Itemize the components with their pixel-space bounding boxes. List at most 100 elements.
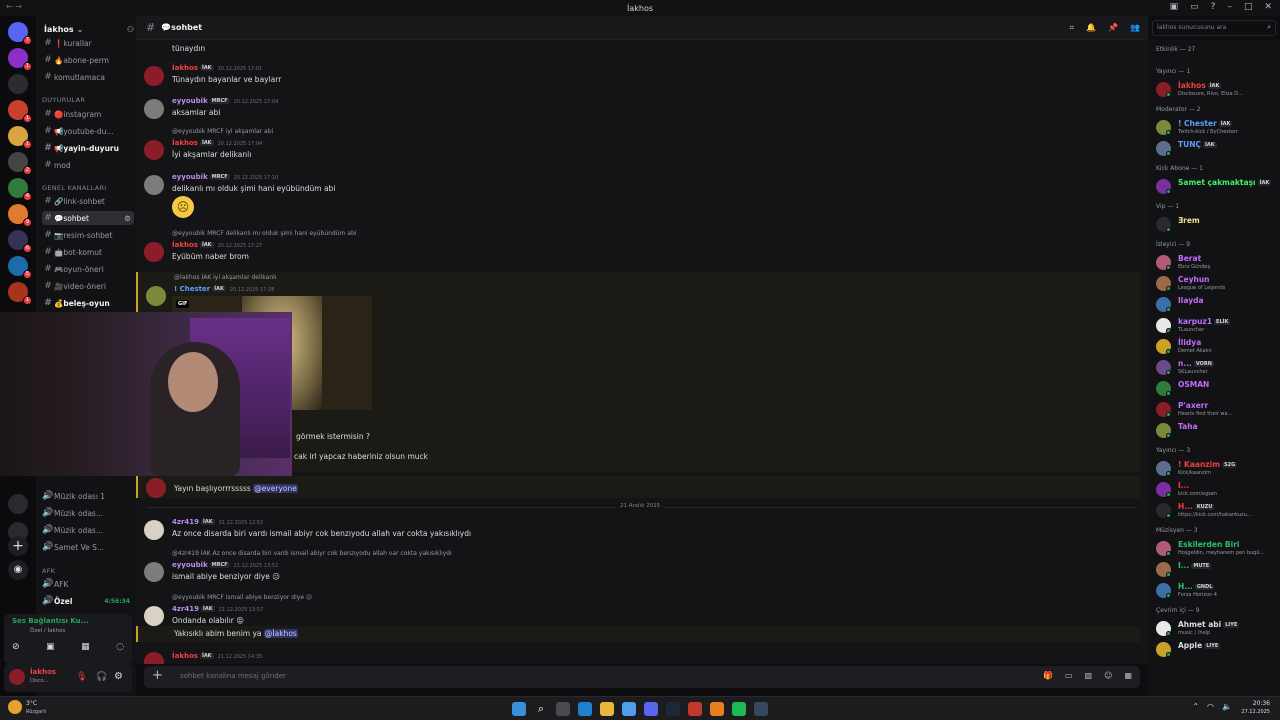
username[interactable]: eyyoubik bbox=[172, 173, 208, 181]
voice-channel-item[interactable]: 🔊 AFK bbox=[42, 577, 134, 591]
start-icon[interactable] bbox=[512, 702, 526, 716]
add-attachment-icon[interactable]: + bbox=[152, 668, 163, 683]
apps-icon[interactable]: ▦ bbox=[1124, 671, 1132, 680]
clock-time[interactable]: 20:36 bbox=[1253, 700, 1270, 707]
settings-gear-icon[interactable]: ⚙ bbox=[124, 214, 134, 223]
reply-preview[interactable]: @eyyoubik MRCF iyi akşamlar abi bbox=[172, 128, 273, 135]
channel-item[interactable]: # 💰beleş-oyun bbox=[42, 296, 134, 310]
wifi-icon[interactable]: ◠ bbox=[1207, 702, 1214, 711]
mention-user[interactable]: @İakhos bbox=[263, 629, 298, 638]
channel-item[interactable]: # 📷resim-sohbet bbox=[42, 228, 134, 242]
member-item[interactable]: Ǝrem bbox=[1156, 214, 1278, 234]
server-icon[interactable]: 6 bbox=[8, 230, 32, 253]
help-icon[interactable]: ? bbox=[1211, 2, 1216, 12]
volume-icon[interactable]: 🔈 bbox=[1222, 702, 1232, 711]
channel-item[interactable]: # ❗kurallar bbox=[42, 36, 134, 50]
edge-icon[interactable] bbox=[578, 702, 592, 716]
avatar[interactable] bbox=[144, 520, 164, 540]
member-item[interactable]: TUNÇ İAK bbox=[1156, 138, 1278, 158]
emoji-icon[interactable]: ☺ bbox=[1104, 671, 1112, 680]
user-settings-icon[interactable]: ⚙ bbox=[114, 671, 123, 682]
reply-preview[interactable]: @İakhos İAK iyi akşamlar delikanlı bbox=[174, 274, 276, 281]
reply-preview[interactable]: @4zr419 İAK Az once disarda biri vardı i… bbox=[172, 550, 452, 557]
threads-icon[interactable]: ⌗ bbox=[1070, 23, 1075, 33]
member-item[interactable]: P'axerr Hearts find their wa... bbox=[1156, 399, 1278, 419]
app-icon[interactable] bbox=[754, 702, 768, 716]
search-input[interactable]: İakhos sunucusunu ara ⌕ bbox=[1152, 20, 1276, 36]
server-icon[interactable] bbox=[8, 74, 28, 94]
headphone-muted-icon[interactable]: 🎧 bbox=[96, 672, 107, 682]
avatar[interactable] bbox=[144, 242, 164, 262]
member-item[interactable]: Ahmet abi LIYE music / /help bbox=[1156, 618, 1278, 638]
username[interactable]: İakhos bbox=[172, 139, 198, 147]
server-icon[interactable]: 1 bbox=[8, 282, 32, 305]
member-item[interactable]: Apple LIYE bbox=[1156, 639, 1278, 659]
clock-date[interactable]: 27.12.2025 bbox=[1241, 709, 1270, 715]
member-item[interactable]: karpuz1 ELİK TLauncher bbox=[1156, 315, 1278, 335]
message-composer[interactable]: + sohbet kanalına mesaj gönder 🎁 ▭ ▧ ☺ ▦ bbox=[144, 666, 1140, 688]
username[interactable]: 4zr419 bbox=[172, 518, 199, 526]
username[interactable]: eyyoubik bbox=[172, 561, 208, 569]
server-icon[interactable]: 9 bbox=[8, 204, 32, 227]
channel-item[interactable]: # 🔴instagram bbox=[42, 107, 134, 121]
member-item[interactable]: n... VORN SKLauncher bbox=[1156, 357, 1278, 377]
discover-icon[interactable]: ◉ bbox=[8, 560, 28, 580]
avatar[interactable] bbox=[144, 66, 164, 86]
inbox-icon[interactable]: ▣ bbox=[1170, 2, 1179, 12]
soundboard-icon[interactable]: ◌ bbox=[116, 642, 124, 652]
member-list-icon[interactable]: 👥 bbox=[1130, 23, 1140, 33]
member-item[interactable]: OSMAN bbox=[1156, 378, 1278, 398]
category-header[interactable]: GENEL KANALLARI bbox=[42, 184, 106, 192]
steam-icon[interactable] bbox=[666, 702, 680, 716]
maximize-icon[interactable]: □ bbox=[1244, 2, 1253, 12]
member-item[interactable]: ! Kaanzim S2G Kick/kaanzim bbox=[1156, 458, 1278, 478]
member-item[interactable]: Taha bbox=[1156, 420, 1278, 440]
activity-header[interactable]: Etkinlik — 27 bbox=[1156, 46, 1195, 53]
channel-item[interactable]: # 🤖bot-komut bbox=[42, 245, 134, 259]
username[interactable]: eyyoubik bbox=[172, 97, 208, 105]
voice-channel-item[interactable]: 🔊 Müzik odas... bbox=[42, 523, 134, 537]
member-item[interactable]: I... MUTE bbox=[1156, 559, 1278, 579]
mic-muted-icon[interactable]: 🎙 bbox=[76, 672, 87, 682]
sticker-icon[interactable]: ▧ bbox=[1085, 671, 1093, 680]
voice-channel-item-active[interactable]: 🔊 Özel 4:56:34 bbox=[42, 594, 134, 608]
obs-icon[interactable] bbox=[688, 702, 702, 716]
server-icon[interactable]: 2 bbox=[8, 152, 32, 175]
chrome-icon[interactable] bbox=[622, 702, 636, 716]
category-header[interactable]: AFK bbox=[42, 567, 55, 575]
member-item[interactable]: Ceyhun League of Legends bbox=[1156, 273, 1278, 293]
member-item[interactable]: I... kick.com/egsen bbox=[1156, 479, 1278, 499]
camera-off-icon[interactable]: ⊘ bbox=[12, 642, 20, 652]
add-server-icon[interactable]: + bbox=[8, 536, 28, 556]
channel-item-active[interactable]: # 💬sohbet ⚙ bbox=[42, 211, 134, 225]
home-icon[interactable]: 7 bbox=[8, 22, 32, 45]
server-icon[interactable]: 1 bbox=[8, 126, 32, 149]
server-icon[interactable]: 1 bbox=[8, 48, 32, 71]
member-item[interactable]: H... KUZU https://kick.com/hakankuzu... bbox=[1156, 500, 1278, 520]
screen-share-icon[interactable]: ▣ bbox=[46, 642, 55, 652]
add-member-icon[interactable]: ⚇ bbox=[127, 25, 134, 34]
voice-channel-item[interactable]: 🔊 Müzik odas... bbox=[42, 506, 134, 520]
search-icon[interactable]: ⌕ bbox=[534, 702, 548, 716]
channel-item[interactable]: # 📢youtube-du... bbox=[42, 124, 134, 138]
weather-icon[interactable] bbox=[8, 700, 22, 714]
avatar[interactable] bbox=[144, 99, 164, 119]
channel-item[interactable]: # mod bbox=[42, 158, 134, 172]
category-header[interactable]: DUYURULAR bbox=[42, 96, 85, 104]
reply-preview[interactable]: @eyyoubik MRCF ismail abiye benziyor diy… bbox=[172, 594, 312, 601]
username[interactable]: ! Chester bbox=[174, 285, 210, 293]
member-item[interactable]: İlidya Demet Akalın bbox=[1156, 336, 1278, 356]
screen-icon[interactable]: ▭ bbox=[1190, 2, 1199, 12]
avatar[interactable] bbox=[146, 286, 166, 306]
member-item[interactable]: H... GNDL Forza Horizon 4 bbox=[1156, 580, 1278, 600]
voice-channel-item[interactable]: 🔊 Müzik odası 1 bbox=[42, 489, 134, 503]
channel-item[interactable]: # 📢yayin-duyuru bbox=[42, 141, 134, 155]
avatar[interactable] bbox=[9, 669, 25, 685]
username[interactable]: 4zr419 bbox=[172, 605, 199, 613]
avatar[interactable] bbox=[144, 562, 164, 582]
minimize-icon[interactable]: – bbox=[1227, 2, 1232, 12]
tray-chevron-icon[interactable]: ⌃ bbox=[1192, 702, 1199, 711]
task-view-icon[interactable] bbox=[556, 702, 570, 716]
channel-item[interactable]: # 🔥abone-perm bbox=[42, 53, 134, 67]
pin-icon[interactable]: 📌 bbox=[1108, 23, 1118, 33]
